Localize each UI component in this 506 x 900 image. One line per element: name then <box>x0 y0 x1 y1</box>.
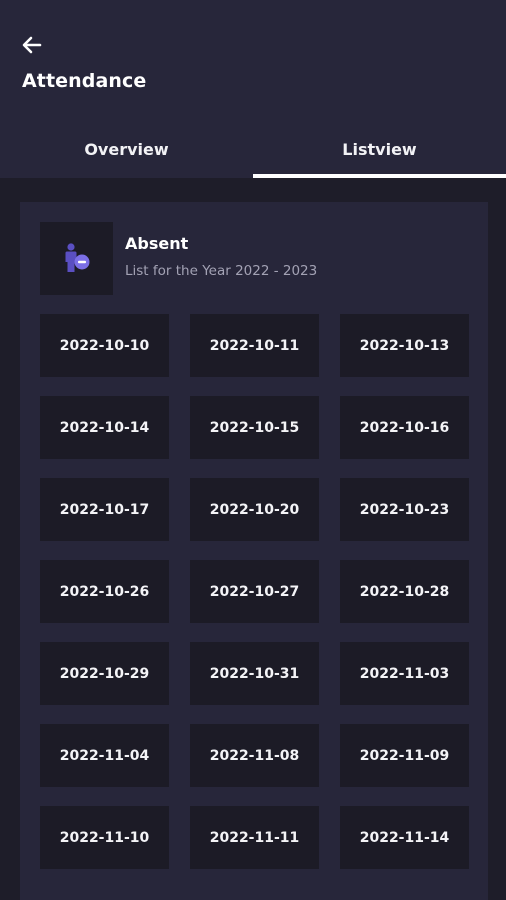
active-tab-indicator <box>253 174 506 178</box>
year-subtitle: List for the Year 2022 - 2023 <box>125 263 318 279</box>
attendance-screen: Attendance Overview Listview Absent List… <box>0 0 506 900</box>
app-header: Attendance Overview Listview <box>0 0 506 178</box>
absent-date-cell[interactable]: 2022-10-23 <box>340 478 469 541</box>
absent-date-cell[interactable]: 2022-10-16 <box>340 396 469 459</box>
absent-date-cell[interactable]: 2022-10-14 <box>40 396 169 459</box>
absent-icon-box <box>40 222 113 295</box>
absent-date-cell[interactable]: 2022-10-11 <box>190 314 319 377</box>
tab-listview-label: Listview <box>342 139 417 159</box>
absent-date-cell[interactable]: 2022-10-17 <box>40 478 169 541</box>
absent-date-cell[interactable]: 2022-11-03 <box>340 642 469 705</box>
tab-overview[interactable]: Overview <box>0 120 253 178</box>
tab-listview[interactable]: Listview <box>253 120 506 178</box>
person-minus-icon <box>65 242 89 272</box>
absent-date-cell[interactable]: 2022-10-27 <box>190 560 319 623</box>
absent-title: Absent <box>125 234 189 253</box>
absent-date-cell[interactable]: 2022-10-15 <box>190 396 319 459</box>
absent-date-cell[interactable]: 2022-11-11 <box>190 806 319 869</box>
tab-bar: Overview Listview <box>0 120 506 178</box>
absent-date-cell[interactable]: 2022-10-20 <box>190 478 319 541</box>
absent-date-cell[interactable]: 2022-10-28 <box>340 560 469 623</box>
back-arrow-icon <box>22 36 42 54</box>
absent-date-cell[interactable]: 2022-10-10 <box>40 314 169 377</box>
page-title: Attendance <box>22 70 147 92</box>
back-button[interactable] <box>18 32 46 58</box>
absent-date-cell[interactable]: 2022-11-09 <box>340 724 469 787</box>
absent-date-cell[interactable]: 2022-11-04 <box>40 724 169 787</box>
absent-date-cell[interactable]: 2022-10-29 <box>40 642 169 705</box>
tab-overview-label: Overview <box>84 139 169 159</box>
absent-date-cell[interactable]: 2022-10-31 <box>190 642 319 705</box>
absent-date-cell[interactable]: 2022-11-08 <box>190 724 319 787</box>
absence-date-grid: 2022-10-10 2022-10-11 2022-10-13 2022-10-14… <box>40 314 469 869</box>
absent-date-cell[interactable]: 2022-11-14 <box>340 806 469 869</box>
absent-date-cell[interactable]: 2022-10-26 <box>40 560 169 623</box>
absent-date-cell[interactable]: 2022-11-10 <box>40 806 169 869</box>
absent-date-cell[interactable]: 2022-10-13 <box>340 314 469 377</box>
absence-list-card: Absent List for the Year 2022 - 2023 202… <box>20 202 488 900</box>
